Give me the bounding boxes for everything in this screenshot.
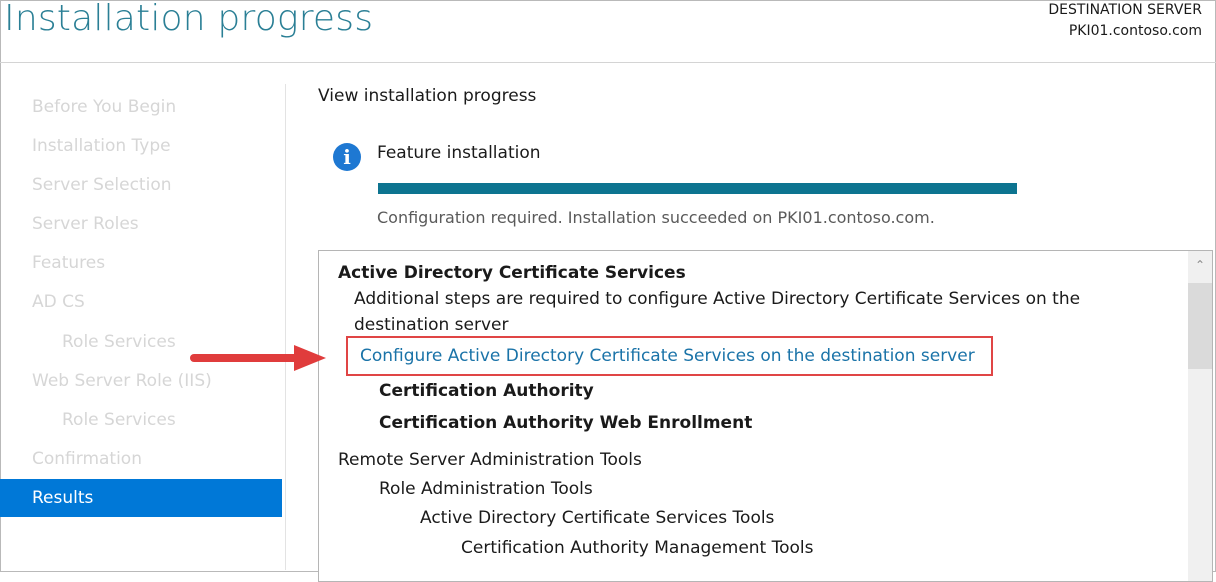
scrollbar-thumb[interactable] [1188,283,1212,369]
nav-item-server-selection: Server Selection [32,175,172,195]
nav-item-server-roles: Server Roles [32,214,139,234]
installation-progress-bar [378,183,1017,194]
result-ca-mgmt-tools: Certification Authority Management Tools [461,538,814,558]
page-title: Installation progress [4,0,374,39]
destination-server-info: DESTINATION SERVER PKI01.contoso.com [1048,0,1202,42]
info-icon: i [333,143,361,171]
result-rsat: Remote Server Administration Tools [338,450,642,470]
nav-item-before-you-begin: Before You Begin [32,97,177,117]
result-role-ca: Certification Authority [379,381,594,401]
destination-server-name: PKI01.contoso.com [1068,23,1202,39]
result-adcs-note-line2: destination server [354,315,509,335]
destination-label: DESTINATION SERVER [1048,2,1202,18]
results-list[interactable]: Active Directory Certificate Services Ad… [318,250,1213,582]
nav-item-installation-type: Installation Type [32,136,171,156]
feature-installation-label: Feature installation [377,143,541,163]
configure-link-highlight-box [346,336,993,376]
nav-item-iis-role-services: Role Services [62,410,176,430]
result-role-web-enrollment: Certification Authority Web Enrollment [379,413,753,433]
result-adcs-title: Active Directory Certificate Services [338,263,686,283]
nav-item-results[interactable]: Results [0,479,282,517]
nav-item-confirmation: Confirmation [32,449,142,469]
panel-divider [285,84,286,570]
result-adcs-tools: Active Directory Certificate Services To… [420,508,775,528]
nav-item-ad-cs: AD CS [32,292,85,312]
header-divider [0,62,1216,63]
installation-status-text: Configuration required. Installation suc… [377,208,935,227]
wizard-navigation: Before You Begin Installation Type Serve… [0,80,283,570]
result-adcs-note-line1: Additional steps are required to configu… [354,289,1081,309]
results-scrollbar[interactable]: ⌃ [1188,251,1212,581]
section-heading: View installation progress [318,86,537,106]
scroll-up-arrow-icon[interactable]: ⌃ [1192,257,1208,273]
progress-bar-fill [378,183,1017,194]
nav-item-features: Features [32,253,106,273]
result-role-admin-tools: Role Administration Tools [379,479,593,499]
callout-arrow-icon [190,345,326,371]
